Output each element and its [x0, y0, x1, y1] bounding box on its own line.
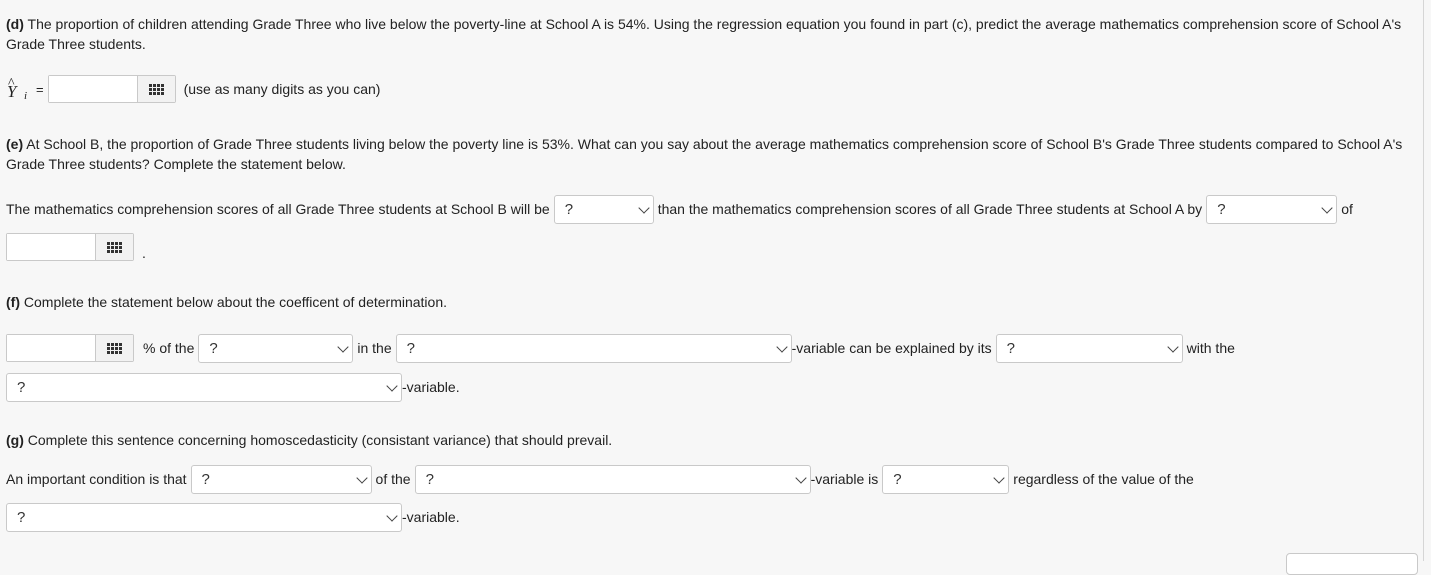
- part-g-statement-row: An important condition is that ? of the …: [6, 464, 1198, 494]
- equals-sign: =: [36, 81, 44, 97]
- part-g-select-3[interactable]: ?: [882, 464, 1010, 494]
- part-f-select-3[interactable]: ?: [995, 333, 1183, 363]
- part-e-text-3: of: [1341, 201, 1353, 217]
- chevron-down-icon: [1166, 340, 1179, 353]
- partial-button-bottom-right[interactable]: [1286, 553, 1418, 575]
- part-e-text-1: The mathematics comprehension scores of …: [6, 201, 550, 217]
- part-e-text-2: than the mathematics comprehension score…: [657, 201, 1203, 217]
- part-g-text-3: -variable is: [810, 471, 879, 487]
- part-e-label: (e): [6, 136, 24, 152]
- chevron-down-icon: [794, 471, 807, 484]
- grid-keypad-icon: [148, 83, 164, 95]
- chevron-down-icon: [355, 471, 368, 484]
- chevron-down-icon: [638, 201, 650, 214]
- keypad-button[interactable]: [95, 234, 133, 260]
- part-f-text-3: -variable can be explained by its: [791, 340, 992, 356]
- part-e-text: At School B, the proportion of Grade Thr…: [6, 136, 1403, 172]
- part-d-number-field: [47, 75, 176, 103]
- part-f-number-field: [6, 334, 134, 362]
- chevron-down-icon: [337, 340, 350, 353]
- part-e-statement-row: The mathematics comprehension scores of …: [6, 194, 1357, 224]
- part-e-input[interactable]: [7, 234, 95, 260]
- part-g-select-1[interactable]: ?: [190, 464, 372, 494]
- grid-keypad-icon: [107, 241, 122, 253]
- y-hat-symbol: ^ Y i: [7, 76, 28, 102]
- part-g-question: (g) Complete this sentence concerning ho…: [6, 430, 1411, 450]
- part-d-answer-row: ^ Y i = (use as many digits as you can): [6, 74, 384, 104]
- part-g-label: (g): [6, 432, 24, 448]
- part-e-answer-row: .: [6, 232, 146, 262]
- part-d-input[interactable]: [48, 76, 137, 102]
- part-f-question: (f) Complete the statement below about t…: [6, 292, 1411, 312]
- part-f-statement-row-2: ? -variable.: [6, 372, 464, 402]
- part-e-number-field: [6, 233, 134, 261]
- part-f-label: (f): [6, 294, 20, 310]
- part-e-select-comparison[interactable]: ?: [553, 194, 654, 224]
- part-d-text: The proportion of children attending Gra…: [6, 16, 1402, 52]
- part-g-text-4: regardless of the value of the: [1013, 471, 1194, 487]
- part-g-select-2[interactable]: ?: [414, 464, 811, 494]
- part-f-statement-row: % of the ? in the ? -variable can be exp…: [6, 333, 1239, 363]
- chevron-down-icon: [775, 340, 788, 353]
- part-f-text-4: with the: [1186, 340, 1235, 356]
- keypad-button[interactable]: [136, 76, 175, 102]
- part-f-input[interactable]: [7, 335, 95, 361]
- chevron-down-icon: [386, 509, 398, 522]
- chevron-down-icon: [993, 471, 1005, 484]
- part-f-text-2: in the: [357, 340, 392, 356]
- part-f-select-1[interactable]: ?: [198, 333, 354, 363]
- part-f-text: Complete the statement below about the c…: [20, 294, 447, 310]
- part-f-text-1: % of the: [143, 340, 195, 356]
- part-g-text-5: -variable.: [402, 509, 460, 525]
- part-g-select-4[interactable]: ?: [6, 502, 402, 532]
- part-f-text-5: -variable.: [402, 379, 460, 395]
- part-g-text-2: of the: [375, 471, 411, 487]
- part-f-select-2[interactable]: ?: [395, 333, 792, 363]
- part-f-select-4[interactable]: ?: [6, 372, 402, 402]
- part-g-text-1: An important condition is that: [6, 471, 187, 487]
- part-e-period: .: [142, 245, 146, 261]
- chevron-down-icon: [1321, 201, 1333, 214]
- part-g-text: Complete this sentence concerning homosc…: [23, 432, 613, 448]
- part-e-select-amount[interactable]: ?: [1206, 194, 1338, 224]
- grid-keypad-icon: [107, 342, 122, 354]
- part-d-label: (d): [6, 16, 24, 32]
- chevron-down-icon: [386, 379, 398, 392]
- part-e-question: (e) At School B, the proportion of Grade…: [6, 134, 1411, 174]
- keypad-button[interactable]: [95, 335, 133, 361]
- panel-border: [1423, 0, 1424, 561]
- part-d-question: (d) The proportion of children attending…: [6, 14, 1411, 54]
- part-g-statement-row-2: ? -variable.: [6, 502, 464, 532]
- part-d-hint: (use as many digits as you can): [183, 81, 381, 97]
